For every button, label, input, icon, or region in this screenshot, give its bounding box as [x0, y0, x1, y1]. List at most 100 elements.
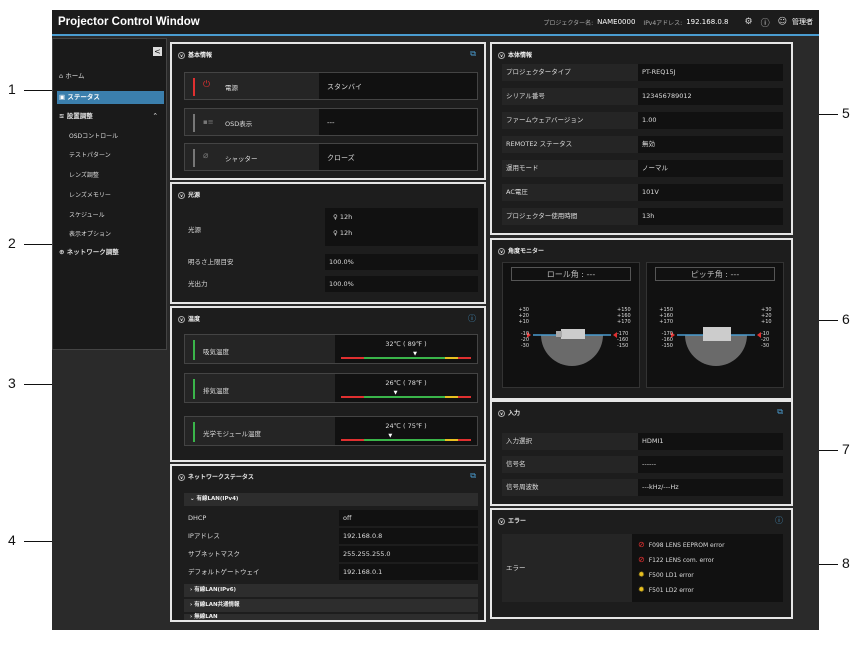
chevron-down-icon: v	[498, 410, 505, 417]
callout-5: 5	[842, 105, 850, 121]
external-link-icon[interactable]: ⧉	[777, 407, 783, 417]
row-value: HDMI1	[638, 433, 783, 450]
panel-title: エラー	[508, 518, 527, 525]
panel-header[interactable]: v 本体情報	[498, 50, 532, 59]
warning-icon: ✹	[638, 585, 645, 594]
ipv6-section-header[interactable]: › 有線LAN(IPv6)	[184, 584, 478, 597]
shutter-indicator-bar	[193, 149, 195, 167]
chevron-down-icon: v	[178, 52, 185, 59]
panel-title: 光源	[188, 192, 201, 199]
external-link-icon[interactable]: ⧉	[470, 49, 476, 59]
indicator-bar	[193, 340, 195, 360]
sidebar-item-status[interactable]: ▣ ステータス	[57, 91, 164, 104]
power-icon: ⏻	[203, 80, 211, 90]
panel-header[interactable]: v 角度モニター	[498, 246, 544, 255]
panel-title: 基本情報	[188, 52, 213, 59]
error-item: ⊘ F122 LENS com. error	[638, 555, 714, 564]
panel-title: 角度モニター	[508, 248, 545, 255]
row-label: REMOTE2 ステータス	[506, 140, 573, 148]
warning-icon: ✹	[638, 570, 645, 579]
info-icon[interactable]: ⓘ	[775, 515, 783, 526]
chevron-down-icon: v	[178, 192, 185, 199]
panel-header[interactable]: v 入力	[498, 408, 520, 417]
sidebar-item-label: ネットワーク調整	[66, 248, 119, 256]
sidebar-item-installation[interactable]: ≋ 設置調整 ⌃	[57, 110, 164, 123]
indicator-bar	[193, 422, 195, 442]
error-item: ⊘ F098 LENS EEPROM error	[638, 540, 725, 549]
device-info-panel: v 本体情報 プロジェクタータイプ PT-REQ15J シリアル番号 123456789…	[490, 42, 793, 235]
error-text: F501 LD2 error	[648, 587, 694, 594]
brightness-value: 100.0%	[325, 254, 478, 270]
info-row: 信号周波数 ---kHz/---Hz	[502, 479, 783, 496]
bulb-icon: ♀	[333, 229, 338, 237]
error-text: F122 LENS com. error	[648, 557, 715, 564]
panel-header[interactable]: v 温度	[178, 314, 200, 323]
sidebar-item-lens-memory[interactable]: レンズメモリー	[57, 189, 164, 202]
exhaust-temp-card: 排気温度 26℃ ( 78℉ ) ▼	[184, 373, 478, 403]
shutter-label: シャッター	[225, 155, 258, 163]
light-hours-1: 12h	[339, 213, 353, 221]
network-row: サブネットマスク 255.255.255.0	[184, 546, 478, 562]
sidebar: < ⌂ ホーム ▣ ステータス ≋ 設置調整 ⌃ OSDコントロール テストパター…	[52, 38, 167, 350]
roll-angle-title: ロール角 : ---	[511, 267, 631, 281]
power-indicator-bar	[193, 78, 195, 96]
row-label: 信号周波数	[506, 483, 539, 491]
network-row: DHCP off	[184, 510, 478, 526]
network-row: IPアドレス 192.168.0.8	[184, 528, 478, 544]
panel-header[interactable]: v ネットワークステータス	[178, 472, 254, 481]
callout-3: 3	[8, 375, 16, 391]
power-card: ⏻ 電源 スタンバイ	[184, 72, 478, 100]
app-title: Projector Control Window	[58, 16, 200, 28]
info-icon[interactable]: ⓘ	[761, 16, 770, 29]
chevron-down-icon: v	[178, 474, 185, 481]
callout-6: 6	[842, 311, 850, 327]
projector-name: NAME0000	[597, 18, 636, 26]
ipv4-address: 192.168.0.8	[686, 18, 729, 26]
section-title: 有線LAN共通情報	[194, 602, 240, 608]
user-name[interactable]: 管理者	[792, 17, 813, 27]
row-value: 101V	[638, 184, 783, 201]
ipv4-label: IPv4アドレス:	[643, 19, 683, 27]
light-source-label: 光源	[188, 226, 201, 234]
sidebar-item-network[interactable]: ⊕ ネットワーク調整	[57, 246, 164, 259]
row-value: off	[339, 510, 478, 526]
sidebar-item-test-pattern[interactable]: テストパターン	[57, 149, 164, 162]
light-output-value: 100.0%	[325, 276, 478, 292]
exhaust-temp-value: 26℃ ( 78℉ )	[385, 379, 427, 387]
section-title: 無線LAN	[194, 614, 218, 620]
sidebar-item-display-options[interactable]: 表示オプション	[57, 228, 164, 241]
sidebar-item-lens-adjust[interactable]: レンズ調整	[57, 169, 164, 182]
collapse-sidebar-button[interactable]: <	[153, 47, 162, 56]
panel-header[interactable]: v 基本情報	[178, 50, 212, 59]
error-icon: ⊘	[638, 540, 645, 549]
gear-icon[interactable]: ⚙	[745, 17, 753, 27]
row-label: 入力選択	[506, 437, 532, 445]
intake-temp-card: 吸気温度 32℃ ( 89℉ ) ▼	[184, 334, 478, 364]
angle-monitor-panel: v角度モニター ロール角 : --- +30+20+100-10-20-30 +…	[490, 238, 793, 400]
error-panel: v エラー ⓘ エラー ⊘ F098 LENS EEPROM error ⊘ F122 …	[490, 508, 793, 619]
sidebar-item-home[interactable]: ⌂ ホーム	[57, 70, 164, 83]
sidebar-item-schedule[interactable]: スケジュール	[57, 209, 164, 222]
gauge-bar	[341, 396, 471, 398]
osd-indicator-bar	[193, 114, 195, 132]
sidebar-item-osd-control[interactable]: OSDコントロール	[57, 130, 164, 143]
osd-label: OSD表示	[225, 120, 253, 128]
external-link-icon[interactable]: ⧉	[470, 471, 476, 481]
panel-header[interactable]: v 光源	[178, 190, 200, 199]
exhaust-temp-gauge: 26℃ ( 78℉ ) ▼	[335, 374, 477, 402]
light-source-panel: v 光源 光源 ♀ 12h ♀ 12h 明るさ上限目安 100.0% 光出力 10…	[170, 182, 486, 304]
row-label: プロジェクター使用時間	[506, 212, 578, 220]
row-value: 192.168.0.1	[339, 564, 478, 580]
ipv4-section-header[interactable]: ⌄ 有線LAN(IPv4)	[184, 493, 478, 506]
info-row: 入力選択 HDMI1	[502, 433, 783, 450]
wireless-section-header[interactable]: › 無線LAN	[184, 614, 478, 620]
panel-header[interactable]: v エラー	[498, 516, 526, 525]
row-value: 192.168.0.8	[339, 528, 478, 544]
row-label: 運用モード	[506, 164, 539, 172]
common-section-header[interactable]: › 有線LAN共通情報	[184, 599, 478, 612]
gauge-bar	[341, 357, 471, 359]
info-icon[interactable]: ⓘ	[468, 313, 476, 324]
user-icon[interactable]: ☺	[778, 17, 787, 27]
sidebar-item-label: ホーム	[65, 72, 85, 80]
section-title: 有線LAN(IPv4)	[196, 496, 239, 502]
